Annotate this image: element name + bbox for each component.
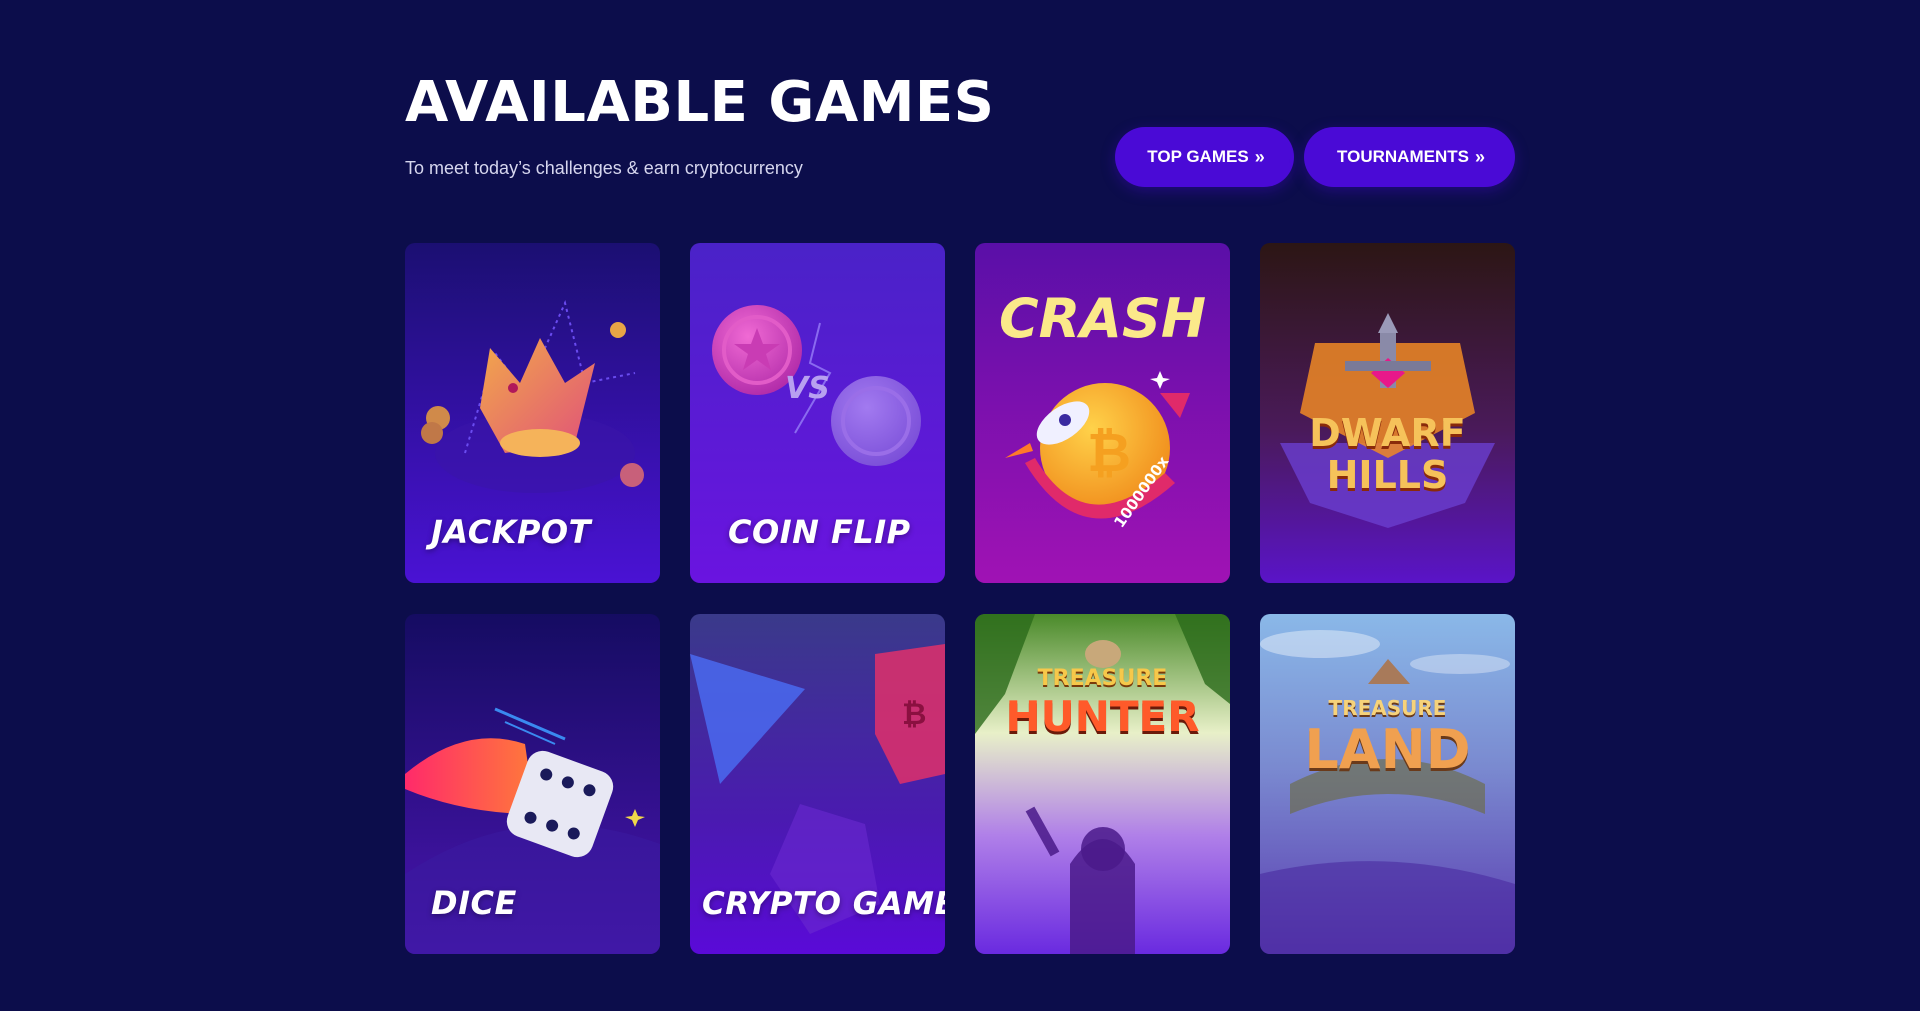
section-title: AVAILABLE GAMES [405,70,995,135]
section-subtitle: To meet today’s challenges & earn crypto… [405,158,803,178]
game-label: JACKPOT [431,513,591,551]
game-card-crash[interactable]: ₿ CRASH 1000000x [975,243,1230,583]
land-logo-line1: TREASURE [1328,696,1447,720]
available-games-section: AVAILABLE GAMES To meet today’s challeng… [405,0,1515,1011]
game-card-dwarf-hills[interactable]: DWARF HILLS [1260,243,1515,583]
svg-text:₿: ₿ [902,697,926,732]
dwarf-logo-line1: DWARF [1309,411,1466,455]
game-card-treasure-hunter[interactable]: TREASURE HUNTER [975,614,1230,954]
land-logo-line2: LAND [1304,718,1471,781]
tournaments-button[interactable]: TOURNAMENTS » [1304,127,1515,187]
treasure-hunter-artwork [975,614,1230,954]
game-label: DICE [431,884,517,922]
game-card-treasure-land[interactable]: TREASURE LAND [1260,614,1515,954]
hunter-logo-line1: TREASURE [1037,666,1168,691]
top-games-label: TOP GAMES [1147,147,1249,166]
game-label: COIN FLIP [728,513,911,551]
double-chevron-right-icon: » [1474,146,1485,167]
tournaments-label: TOURNAMENTS [1337,147,1469,166]
game-card-dice[interactable]: DICE [405,614,660,954]
top-games-button[interactable]: TOP GAMES » [1115,127,1294,187]
game-card-coin-flip[interactable]: VS COIN FLIP [690,243,945,583]
svg-text:₿: ₿ [1087,421,1131,484]
double-chevron-right-icon: » [1254,146,1265,167]
dwarf-logo-line2: HILLS [1326,453,1449,497]
game-label: CRYPTO GAME [702,886,945,922]
game-card-crypto-game[interactable]: ₿ CRYPTO GAME [690,614,945,954]
hunter-logo-line2: HUNTER [1005,692,1200,741]
vs-text: VS [785,371,830,406]
treasure-land-artwork [1260,614,1515,954]
crash-logo: CRASH [998,287,1207,350]
game-card-jackpot[interactable]: JACKPOT [405,243,660,583]
